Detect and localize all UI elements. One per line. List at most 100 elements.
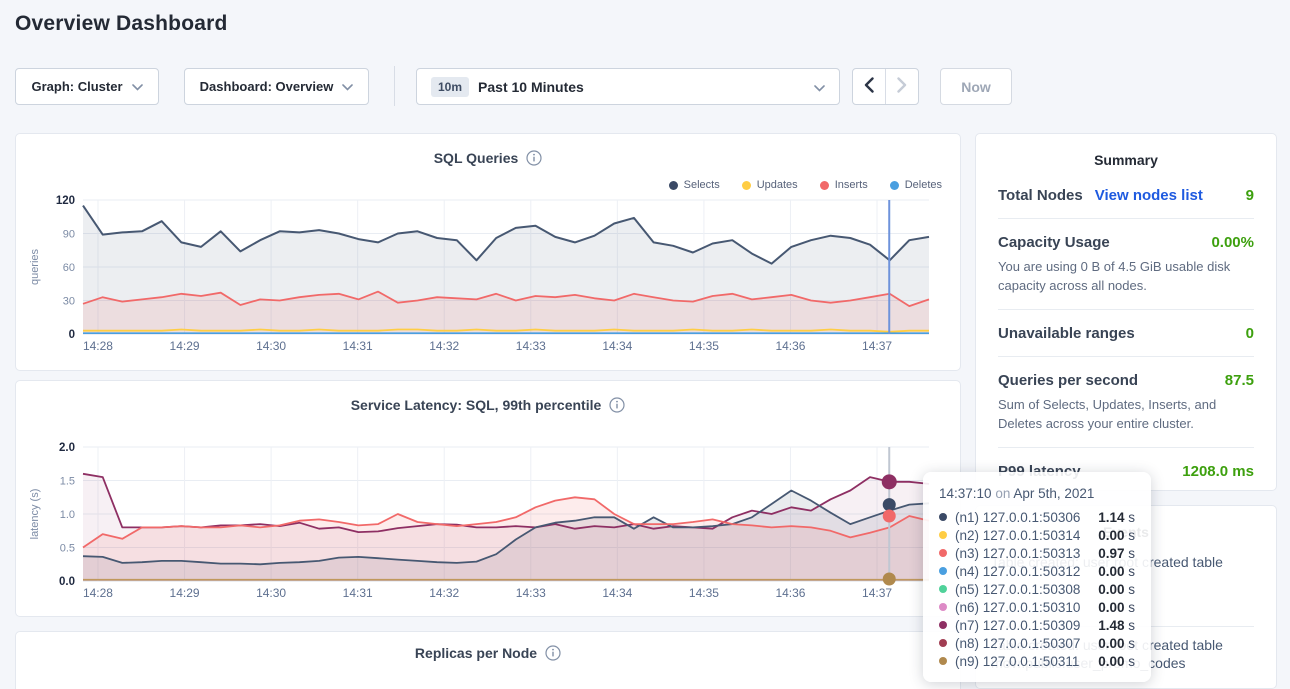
hover-marker [882,474,897,489]
tooltip-row: (n3) 127.0.0.1:50313 0.97 s [939,544,1135,562]
next-time-button[interactable] [886,69,918,104]
node-address: (n8) 127.0.0.1:50307 [955,636,1080,651]
node-latency-value: 0.00 s [1098,528,1135,543]
node-latency-value: 0.00 s [1098,636,1135,651]
tooltip-row: (n6) 127.0.0.1:50310 0.00 s [939,598,1135,616]
x-axis-tick: 14:36 [775,586,805,600]
time-range-dropdown[interactable]: 10m Past 10 Minutes [416,68,840,105]
y-axis-tick: 1.0 [60,509,75,521]
node-color-dot [939,549,947,557]
capacity-value: 0.00% [1211,234,1254,251]
x-axis-tick: 14:30 [256,586,286,600]
x-axis-tick: 14:32 [429,339,459,353]
graph-dropdown[interactable]: Graph: Cluster [15,68,159,105]
tooltip-row: (n9) 127.0.0.1:50311 0.00 s [939,652,1135,670]
node-address: (n2) 127.0.0.1:50314 [955,528,1080,543]
summary-row-total-nodes: Total Nodes View nodes list 9 [998,172,1254,218]
hover-marker [883,572,896,585]
replicas-title: Replicas per Node [415,645,537,661]
time-range-badge: 10m [431,77,469,97]
x-axis-tick: 14:31 [343,339,373,353]
chevron-left-icon [864,77,874,96]
node-color-dot [939,639,947,647]
x-axis-tick: 14:28 [83,339,113,353]
chevron-down-icon [814,79,825,95]
qps-label: Queries per second [998,372,1138,389]
x-axis-tick: 14:30 [256,339,286,353]
node-address: (n6) 127.0.0.1:50310 [955,600,1080,615]
summary-rows: Total Nodes View nodes list 9 Capacity U… [976,168,1276,494]
node-color-dot [939,567,947,575]
dashboard-dropdown-label: Dashboard: Overview [200,79,334,94]
replicas-title-row: Replicas per Node [16,645,960,661]
node-address: (n4) 127.0.0.1:50312 [955,564,1080,579]
time-step-buttons [852,68,919,105]
y-axis-label: queries [29,248,41,285]
node-address: (n9) 127.0.0.1:50311 [955,654,1079,669]
node-color-dot [939,621,947,629]
y-axis-tick: 0 [69,329,75,341]
node-latency-value: 0.00 s [1098,654,1135,669]
node-latency-value: 1.14 s [1098,510,1135,525]
info-icon[interactable] [545,645,561,661]
tooltip-row: (n5) 127.0.0.1:503080.00 s [939,580,1135,598]
summary-row-qps: Queries per second 87.5 Sum of Selects, … [998,356,1254,447]
node-color-dot [939,585,947,593]
summary-row-capacity: Capacity Usage 0.00% You are using 0 B o… [998,218,1254,309]
node-latency-value: 0.00 s [1098,564,1135,579]
toolbar-divider [394,66,395,106]
node-latency-value: 0.00 s [1098,582,1135,597]
sql-queries-chart[interactable]: 030609012014:2814:2914:3014:3114:3214:33… [16,134,960,370]
graph-dropdown-label: Graph: Cluster [31,79,122,94]
node-color-dot [939,513,947,521]
chevron-down-icon [342,79,353,94]
chevron-down-icon [132,79,143,94]
unavailable-ranges-label: Unavailable ranges [998,325,1135,342]
tooltip-row: (n2) 127.0.0.1:50314 0.00 s [939,526,1135,544]
y-axis-tick: 120 [56,195,75,207]
node-latency-value: 0.00 s [1098,600,1135,615]
replicas-per-node-panel: Replicas per Node [15,631,961,689]
tooltip-row: (n7) 127.0.0.1:50309 1.48 s [939,616,1135,634]
node-latency-value: 1.48 s [1098,618,1135,633]
x-axis-tick: 14:29 [170,586,200,600]
x-axis-tick: 14:37 [862,339,892,353]
node-address: (n7) 127.0.0.1:50309 [955,618,1080,633]
service-latency-chart[interactable]: 0.00.51.01.52.014:2814:2914:3014:3114:32… [16,381,960,616]
node-latency-value: 0.97 s [1098,546,1135,561]
now-button[interactable]: Now [940,68,1012,105]
hover-marker [883,510,896,523]
y-axis-tick: 30 [63,296,75,308]
y-axis-tick: 90 [63,229,75,241]
x-axis-tick: 14:28 [83,586,113,600]
x-axis-tick: 14:33 [516,586,546,600]
tooltip-rows: (n1) 127.0.0.1:503061.14 s(n2) 127.0.0.1… [939,508,1135,670]
x-axis-tick: 14:37 [862,586,892,600]
chevron-right-icon [897,77,907,96]
previous-time-button[interactable] [853,69,886,104]
x-axis-tick: 14:35 [689,586,719,600]
view-nodes-list-link[interactable]: View nodes list [1095,187,1203,204]
summary-row-unavailable-ranges: Unavailable ranges 0 [998,309,1254,356]
tooltip-row: (n8) 127.0.0.1:50307 0.00 s [939,634,1135,652]
page-title: Overview Dashboard [15,12,228,36]
node-address: (n3) 127.0.0.1:50313 [955,546,1080,561]
x-axis-tick: 14:31 [343,586,373,600]
sql-queries-panel: SQL Queries SelectsUpdatesInsertsDeletes… [15,133,961,371]
node-color-dot [939,531,947,539]
y-axis-tick: 0.0 [59,576,75,588]
y-axis-tick: 0.5 [60,543,75,555]
capacity-label: Capacity Usage [998,234,1110,251]
tooltip-timestamp: 14:37:10 on Apr 5th, 2021 [939,486,1135,501]
summary-panel: Summary Total Nodes View nodes list 9 Ca… [975,133,1277,491]
p99-latency-value: 1208.0 ms [1182,463,1254,480]
unavailable-ranges-value: 0 [1246,325,1254,342]
chart-hover-tooltip: 14:37:10 on Apr 5th, 2021 (n1) 127.0.0.1… [923,472,1151,682]
dashboard-dropdown[interactable]: Dashboard: Overview [184,68,369,105]
x-axis-tick: 14:33 [516,339,546,353]
x-axis-tick: 14:34 [602,339,632,353]
y-axis-label: latency (s) [29,489,41,540]
hover-marker [883,498,896,511]
tooltip-row: (n1) 127.0.0.1:503061.14 s [939,508,1135,526]
tooltip-row: (n4) 127.0.0.1:50312 0.00 s [939,562,1135,580]
